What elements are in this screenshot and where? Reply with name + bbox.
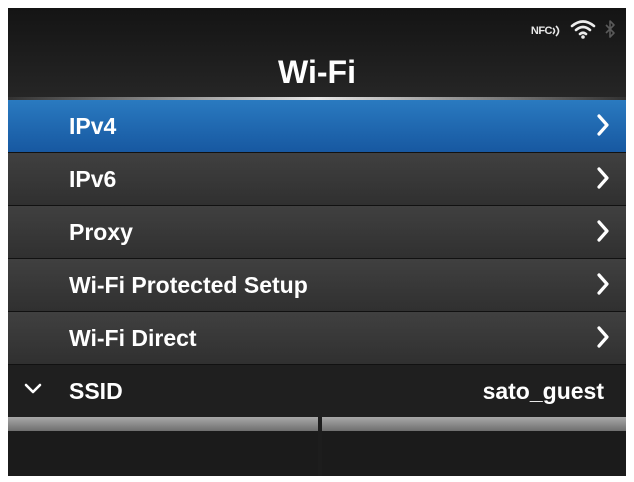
status-bar: NFC (531, 18, 616, 44)
left-softkey[interactable] (8, 417, 318, 476)
chevron-right-icon (597, 326, 609, 348)
softkey-bar (8, 417, 626, 476)
bluetooth-icon (604, 19, 616, 44)
ssid-value: sato_guest (482, 377, 604, 404)
ssid-label: SSID (69, 377, 123, 404)
menu-item-label: IPv4 (69, 112, 117, 139)
menu-list: IPv4 IPv6 Proxy Wi-Fi Protected Setup Wi… (8, 100, 626, 365)
menu-item-label: Wi-Fi Protected Setup (69, 271, 308, 298)
menu-item-ipv6[interactable]: IPv6 (8, 153, 626, 206)
header: NFC Wi-Fi (8, 8, 626, 100)
chevron-down-icon (24, 383, 42, 394)
menu-item-label: Proxy (69, 218, 133, 245)
right-softkey[interactable] (322, 417, 626, 476)
menu-item-wifi-direct[interactable]: Wi-Fi Direct (8, 312, 626, 365)
page-title: Wi-Fi (278, 54, 356, 90)
chevron-right-icon (597, 220, 609, 242)
menu-item-label: Wi-Fi Direct (69, 324, 197, 351)
chevron-right-icon (597, 273, 609, 295)
menu-item-proxy[interactable]: Proxy (8, 206, 626, 259)
menu-item-wifi-protected-setup[interactable]: Wi-Fi Protected Setup (8, 259, 626, 312)
printer-display: NFC Wi-Fi IPv4 IPv6 Proxy Wi-Fi Protecte… (8, 8, 626, 476)
menu-item-label: IPv6 (69, 165, 117, 192)
chevron-right-icon (597, 167, 609, 189)
ssid-row[interactable]: SSID sato_guest (8, 365, 626, 417)
wifi-icon (570, 19, 596, 44)
chevron-right-icon (597, 114, 609, 136)
nfc-icon: NFC (531, 25, 562, 37)
menu-item-ipv4[interactable]: IPv4 (8, 100, 626, 153)
